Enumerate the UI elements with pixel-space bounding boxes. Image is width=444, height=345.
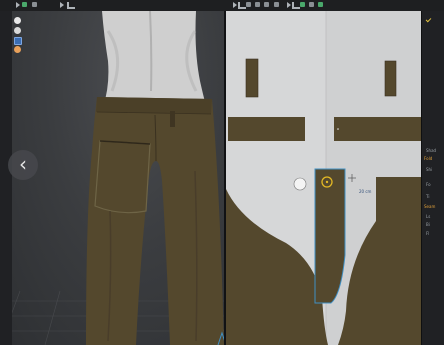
select-icon[interactable]: [292, 2, 300, 9]
panel-item: Bi: [426, 222, 430, 227]
transform-icon[interactable]: [32, 2, 37, 7]
panel-item: Fo: [426, 182, 431, 187]
pattern-canvas: [226, 11, 421, 345]
back-button[interactable]: ‹: [8, 150, 38, 180]
play-icon[interactable]: [233, 2, 237, 8]
panel-item: Shi: [426, 167, 433, 172]
panel-item-accent[interactable]: Fold: [424, 156, 432, 161]
fly-piece: [314, 168, 346, 304]
edit-icon[interactable]: [255, 2, 260, 7]
waistband-left: [228, 117, 305, 141]
belt-loop-left: [245, 58, 259, 98]
belt-loop-right: [384, 60, 397, 97]
waistband-right: [334, 117, 421, 141]
panel-item: Ls: [426, 214, 431, 219]
move-icon[interactable]: [67, 2, 75, 9]
play-icon[interactable]: [16, 2, 20, 8]
play-icon[interactable]: [287, 2, 291, 8]
3d-viewport[interactable]: [0, 11, 224, 345]
select-icon[interactable]: [60, 2, 64, 8]
select-icon[interactable]: [238, 2, 246, 9]
segment-icon[interactable]: [264, 2, 269, 7]
panel-item-accent[interactable]: Seam: [424, 204, 435, 209]
layer-icon[interactable]: [300, 2, 305, 7]
sewing-icon[interactable]: [318, 2, 323, 7]
curve-icon[interactable]: [274, 2, 279, 7]
left-tool-panel: [0, 11, 12, 345]
avatar-icon[interactable]: [14, 17, 21, 24]
fold-icon[interactable]: [246, 2, 251, 7]
avatar-render: [0, 11, 224, 345]
pin-handle: [293, 177, 307, 191]
pants: [86, 97, 224, 345]
texture-icon[interactable]: [14, 46, 21, 53]
panel-item: Fl: [426, 231, 430, 236]
measurement-label: 20 cm: [359, 189, 372, 194]
list-icon[interactable]: [22, 2, 27, 7]
arrange-icon[interactable]: [309, 2, 314, 7]
2d-pattern-window[interactable]: 20 cm: [226, 11, 421, 345]
display-icon[interactable]: [14, 37, 22, 45]
light-icon[interactable]: [14, 27, 21, 34]
panel-item: Ti: [426, 194, 430, 199]
property-panel: [421, 11, 444, 345]
panel-item: Shad: [426, 148, 437, 153]
